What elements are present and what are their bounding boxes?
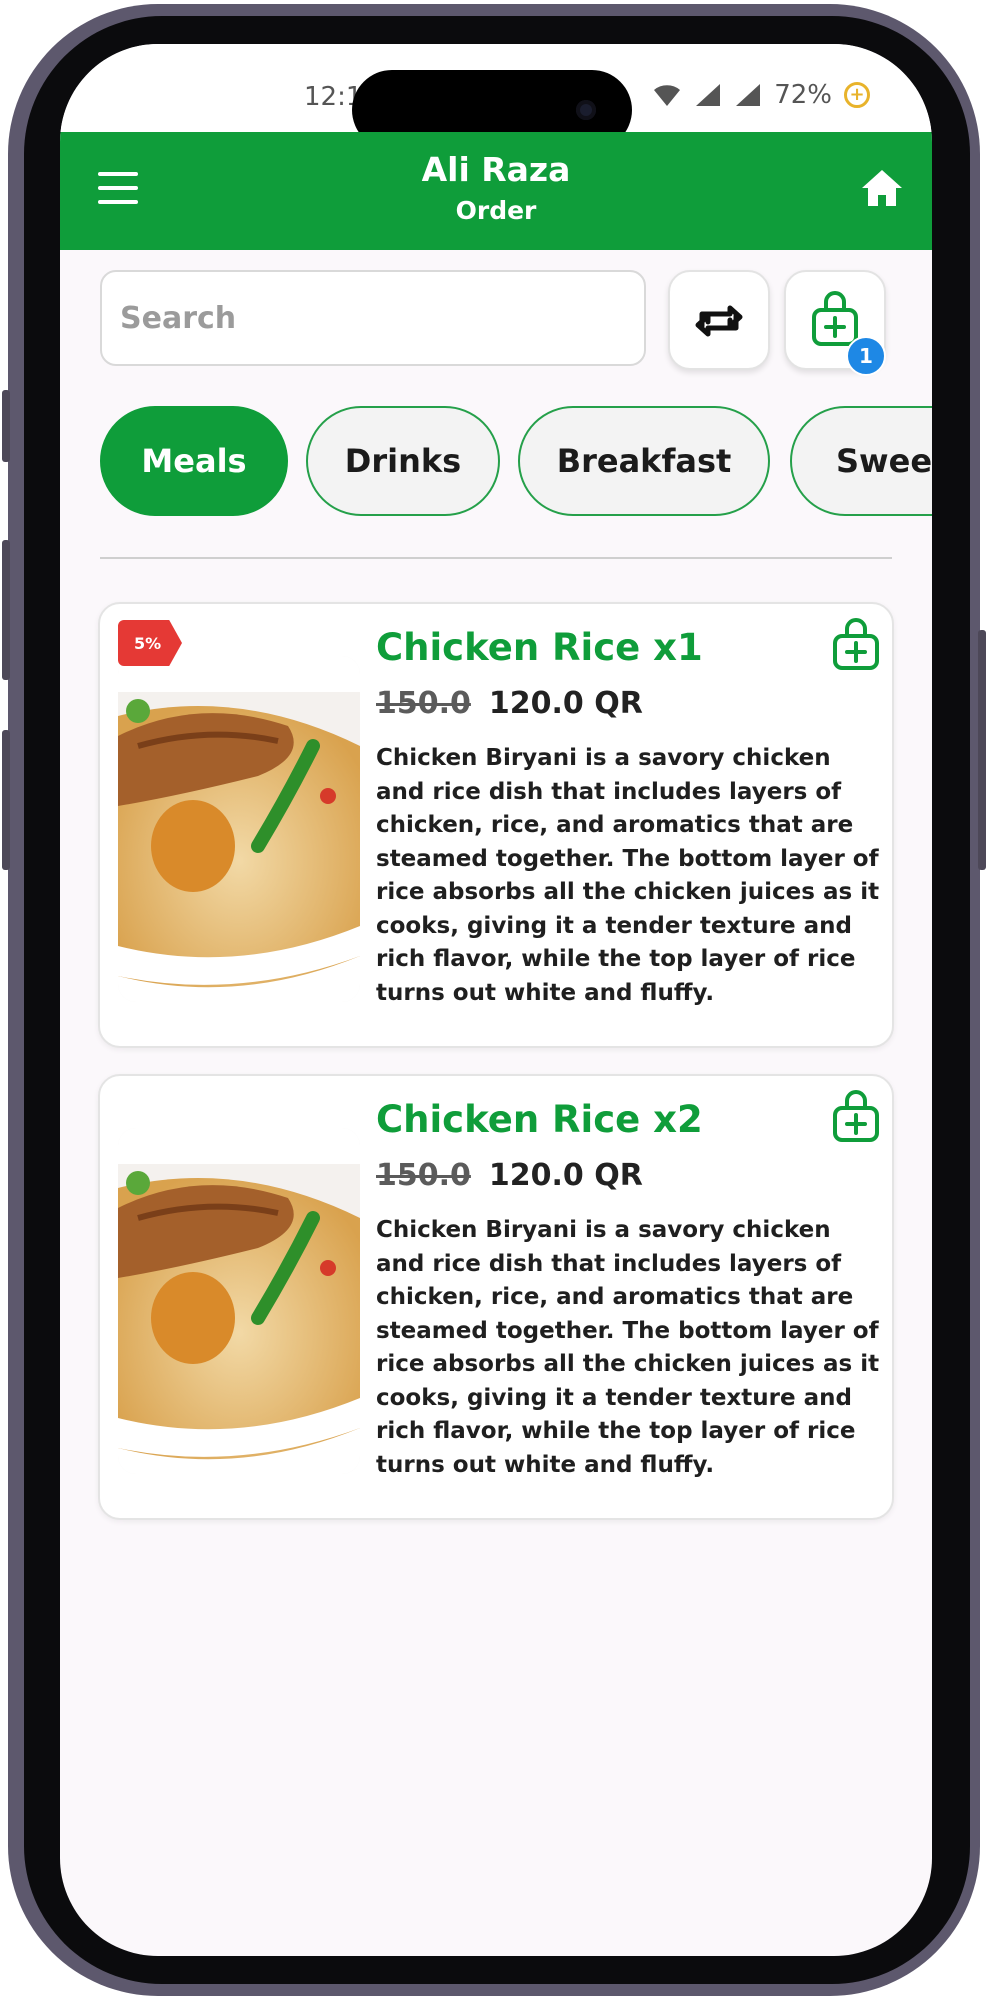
side-button-left-2 [2,540,10,680]
product-image [118,656,360,1002]
side-button-right [978,630,986,870]
discount-badge: 5% [118,620,182,666]
sale-price: 120.0 QR [488,686,643,721]
phone-screen: 12:1 72% + Ali Raza Order Search 1 Meals… [60,44,932,1956]
app-bar: Ali Raza Order [60,132,932,250]
home-button[interactable] [860,168,904,212]
page-subtitle: Order [455,196,537,225]
status-icons: 72% + [652,80,870,110]
page-title: Ali Raza [421,150,571,189]
product-prices: 150.0 120.0 QR [376,1158,643,1193]
product-image [118,1128,360,1474]
wifi-icon [654,85,681,106]
home-icon [862,170,902,206]
signal-icon [696,84,721,106]
product-description: Chicken Biryani is a savory chicken and … [376,745,880,1006]
product-prices: 150.0 120.0 QR [376,686,643,721]
product-name: Chicken Rice x1 [376,626,703,669]
add-to-cart-button[interactable] [828,618,884,674]
category-meals[interactable]: Meals [100,406,288,516]
status-bar: 12:1 72% + [60,44,932,150]
product-description: Chicken Biryani is a savory chicken and … [376,1217,880,1478]
add-to-cart-button[interactable] [828,1090,884,1146]
battery-percent: 72% [774,80,832,110]
cart-button[interactable]: 1 [784,270,886,376]
category-tabs: Meals Drinks Breakfast Sweets [100,406,932,518]
side-button-left-3 [2,730,10,870]
product-card[interactable]: Chicken Rice x2 150.0 120.0 QR Chicken Bi… [98,1074,894,1520]
battery-saver-icon: + [844,82,870,108]
product-card[interactable]: 5% Chicken Rice x1 150.0 120.0 QR Chicken… [98,602,894,1048]
shopping-bag-add-icon [833,618,879,670]
repeat-icon [695,305,743,337]
original-price: 150.0 [376,686,471,721]
category-breakfast[interactable]: Breakfast [518,406,770,516]
cart-count-badge: 1 [846,336,886,376]
product-name: Chicken Rice x2 [376,1098,703,1141]
shopping-bag-add-icon [833,1090,879,1142]
camera-icon [576,100,596,120]
category-drinks[interactable]: Drinks [306,406,500,516]
search-input[interactable] [100,270,646,366]
category-sweets[interactable]: Sweets [790,406,932,516]
signal-icon-2 [736,84,761,106]
sale-price: 120.0 QR [488,1158,643,1193]
side-button-left-1 [2,390,10,462]
divider [100,557,892,559]
original-price: 150.0 [376,1158,471,1193]
refresh-button[interactable] [668,270,770,370]
